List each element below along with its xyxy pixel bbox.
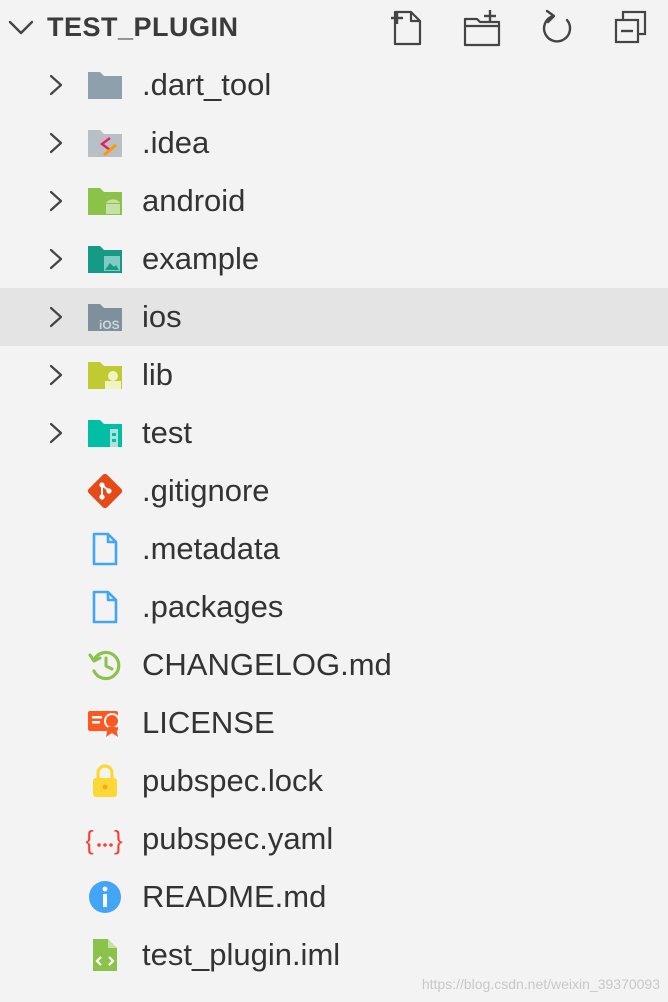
tree-item-lib[interactable]: lib <box>0 346 668 404</box>
tree-item-label: .idea <box>142 125 210 160</box>
git-icon <box>87 473 123 509</box>
folder-ios-icon: iOS <box>88 304 122 332</box>
chevron-right-icon[interactable] <box>44 363 68 387</box>
new-file-icon[interactable] <box>387 8 427 48</box>
tree-item-label: LICENSE <box>142 705 275 740</box>
folder-icon <box>88 72 122 99</box>
chevron-right-icon[interactable] <box>44 247 68 271</box>
tree-item-label: test <box>142 415 192 450</box>
info-icon <box>89 881 121 913</box>
yaml-icon: { } <box>86 825 123 855</box>
tree-item-test[interactable]: test <box>0 404 668 462</box>
svg-text:iOS: iOS <box>99 318 120 332</box>
document-icon <box>92 532 118 566</box>
chevron-down-icon[interactable] <box>6 17 36 39</box>
tree-item-label: pubspec.yaml <box>142 821 334 856</box>
refresh-icon[interactable] <box>537 8 577 48</box>
tree-item-label: .gitignore <box>142 473 270 508</box>
chevron-right-icon[interactable] <box>44 189 68 213</box>
tree-item-label: .dart_tool <box>142 67 272 102</box>
tree-item-pubspec-yaml[interactable]: { } pubspec.yaml <box>0 810 668 868</box>
tree-item-label: example <box>142 241 260 276</box>
license-icon <box>88 711 120 737</box>
tree-item-license[interactable]: LICENSE <box>0 694 668 752</box>
tree-item-label: test_plugin.iml <box>142 937 341 972</box>
tree-item-metadata[interactable]: .metadata <box>0 520 668 578</box>
tree-item-label: .metadata <box>142 531 280 566</box>
tree-item-packages[interactable]: .packages <box>0 578 668 636</box>
xml-file-icon <box>93 939 117 971</box>
explorer-title: TEST_PLUGIN <box>47 12 239 42</box>
tree-item-dart-tool[interactable]: .dart_tool <box>0 56 668 114</box>
document-icon <box>92 590 118 624</box>
chevron-right-icon[interactable] <box>44 73 68 97</box>
tree-item-label: .packages <box>142 589 284 624</box>
tree-item-android[interactable]: android <box>0 172 668 230</box>
tree-item-example[interactable]: example <box>0 230 668 288</box>
tree-item-label: CHANGELOG.md <box>142 647 392 682</box>
chevron-right-icon[interactable] <box>44 421 68 445</box>
tree-item-gitignore[interactable]: .gitignore <box>0 462 668 520</box>
tree-item-label: README.md <box>142 879 327 914</box>
folder-test-icon <box>88 420 122 447</box>
tree-item-label: lib <box>142 357 174 392</box>
tree-item-pubspec-lock[interactable]: pubspec.lock <box>0 752 668 810</box>
tree-item-idea[interactable]: .idea <box>0 114 668 172</box>
tree-item-changelog[interactable]: CHANGELOG.md <box>0 636 668 694</box>
tree-item-label: pubspec.lock <box>142 763 323 798</box>
svg-text:{: { <box>86 825 94 855</box>
chevron-right-icon[interactable] <box>44 305 68 329</box>
tree-item-ios[interactable]: iOS ios <box>0 288 668 346</box>
folder-lib-icon <box>88 362 122 389</box>
tree-item-label: ios <box>142 299 182 334</box>
file-tree: .dart_tool .idea android example iOS ios… <box>0 56 668 984</box>
folder-idea-icon <box>88 130 122 157</box>
tree-item-readme[interactable]: README.md <box>0 868 668 926</box>
svg-text:}: } <box>114 825 123 855</box>
collapse-all-icon[interactable] <box>611 8 651 48</box>
watermark-text: https://blog.csdn.net/weixin_39370093 <box>421 976 660 992</box>
folder-android-icon <box>88 188 122 215</box>
folder-images-icon <box>88 246 122 273</box>
changelog-icon <box>88 650 121 681</box>
chevron-right-icon[interactable] <box>44 131 68 155</box>
tree-item-label: android <box>142 183 246 218</box>
new-folder-icon[interactable] <box>462 8 502 48</box>
lock-icon <box>93 764 117 797</box>
